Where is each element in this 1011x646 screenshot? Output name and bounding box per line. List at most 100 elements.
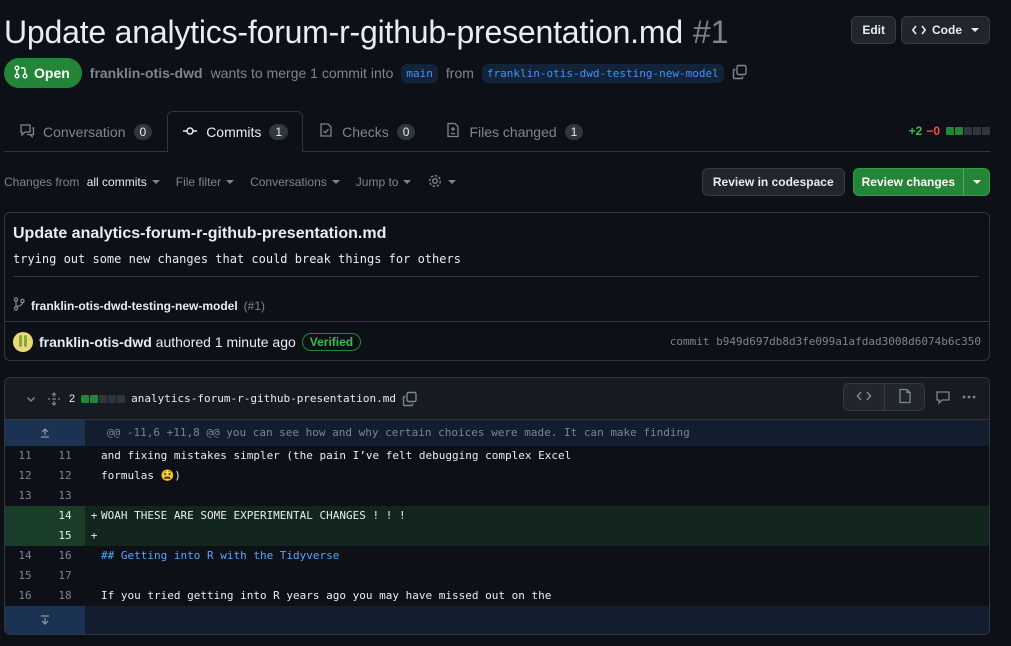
diff-lines: 11 11 and fixing mistakes simpler (the pa… — [5, 446, 989, 606]
commit-title: Update analytics-forum-r-github-presenta… — [13, 225, 387, 242]
expand-all-icon[interactable] — [47, 391, 61, 406]
old-line-number[interactable] — [5, 506, 45, 526]
chevron-down-icon — [331, 180, 340, 184]
commit-author-link[interactable]: franklin-otis-dwd — [39, 334, 152, 350]
review-changes-button[interactable]: Review changes — [852, 168, 990, 196]
tab-files-changed[interactable]: Files changed 1 — [430, 111, 598, 151]
file-filter-label: File filter — [175, 175, 222, 189]
pr-number: #1 — [692, 13, 729, 50]
new-line-number[interactable]: 12 — [45, 466, 85, 486]
new-line-number[interactable]: 16 — [45, 546, 85, 566]
review-changes-label: Review changes — [861, 175, 955, 189]
code-button-label: Code — [932, 23, 962, 37]
line-content: + WOAH THESE ARE SOME EXPERIMENTAL CHANGE… — [85, 506, 989, 526]
avatar[interactable] — [13, 331, 33, 352]
new-line-number[interactable]: 15 — [45, 526, 85, 546]
commit-pr-ref[interactable]: (#1) — [244, 299, 265, 313]
pr-author-link[interactable]: franklin-otis-dwd — [90, 65, 203, 81]
change-count: 2 — [69, 392, 76, 405]
new-line-number[interactable]: 14 — [45, 506, 85, 526]
diff-line-context[interactable]: 13 13 — [5, 486, 989, 506]
comment-icon[interactable] — [935, 389, 951, 405]
copy-icon[interactable] — [732, 64, 748, 83]
edit-button-label: Edit — [862, 23, 885, 37]
old-line-number[interactable]: 15 — [5, 566, 45, 586]
line-text: If you tried getting into R years ago yo… — [101, 589, 552, 602]
review-in-codespace-button[interactable]: Review in codespace — [701, 168, 845, 196]
divider — [13, 276, 979, 277]
old-line-number[interactable]: 12 — [5, 466, 45, 486]
old-line-number[interactable] — [5, 526, 45, 546]
status-label: Open — [34, 65, 70, 81]
commit-description: trying out some new changes that could b… — [13, 252, 461, 266]
tab-conversation[interactable]: Conversation 0 — [4, 111, 167, 151]
diffstat: +2 −0 — [909, 124, 990, 138]
verified-badge[interactable]: Verified — [301, 332, 362, 351]
tab-count: 0 — [396, 123, 416, 140]
file-diff-icon — [445, 122, 461, 141]
tab-count: 0 — [133, 123, 153, 140]
expand-up-icon[interactable] — [5, 420, 85, 446]
review-actions: Review in codespace Review changes — [701, 168, 990, 196]
file-diff: 2 analytics-forum-r-github-presentation.… — [4, 377, 990, 635]
file-filter-dropdown[interactable]: File filter — [175, 175, 235, 189]
diffstat-block-added — [946, 127, 954, 135]
commit-branch-link[interactable]: franklin-otis-dwd-testing-new-model — [31, 299, 238, 313]
expand-down-row — [5, 606, 989, 634]
edit-button[interactable]: Edit — [851, 16, 896, 44]
diff-line-context[interactable]: 11 11 and fixing mistakes simpler (the pa… — [5, 446, 989, 466]
file-icon — [898, 388, 912, 407]
status-badge: Open — [4, 58, 82, 88]
conversations-dropdown[interactable]: Conversations — [250, 175, 340, 189]
base-branch[interactable]: main — [401, 63, 438, 83]
commit-branch: franklin-otis-dwd-testing-new-model (#1) — [13, 297, 265, 314]
tab-commits[interactable]: Commits 1 — [167, 111, 304, 152]
code-button[interactable]: Code — [901, 16, 990, 44]
new-line-number[interactable]: 17 — [45, 566, 85, 586]
rich-view-button[interactable] — [884, 384, 924, 410]
merge-text: wants to merge 1 commit into — [210, 65, 394, 81]
diffstat-block-neutral — [117, 394, 126, 403]
header-actions: Edit Code — [851, 16, 990, 44]
chevron-down-icon — [403, 180, 412, 184]
old-line-number[interactable]: 11 — [5, 446, 45, 466]
jump-to-dropdown[interactable]: Jump to — [356, 175, 412, 189]
old-line-number[interactable]: 16 — [5, 586, 45, 606]
chevron-down-icon — [972, 180, 981, 184]
head-branch[interactable]: franklin-otis-dwd-testing-new-model — [481, 63, 724, 83]
file-name[interactable]: analytics-forum-r-github-presentation.md — [131, 392, 396, 405]
gear-icon — [427, 173, 443, 192]
commit-details: Update analytics-forum-r-github-presenta… — [4, 212, 990, 361]
diff-line-context[interactable]: 12 12 formulas 😫) — [5, 466, 989, 486]
chevron-down-icon[interactable] — [25, 393, 37, 405]
commit-icon — [182, 123, 198, 142]
new-line-number[interactable]: 18 — [45, 586, 85, 606]
authored-text: authored 1 minute ago — [155, 333, 296, 350]
file-diffstat-blocks — [81, 394, 126, 403]
new-line-number[interactable]: 13 — [45, 486, 85, 506]
new-line-number[interactable]: 11 — [45, 446, 85, 466]
line-content: formulas 😫) — [85, 466, 989, 486]
diff-settings-dropdown[interactable] — [427, 173, 457, 192]
file-header: 2 analytics-forum-r-github-presentation.… — [5, 378, 989, 420]
review-changes-dropdown[interactable] — [963, 169, 989, 195]
diff-line-context[interactable]: 14 16 ## Getting into R with the Tidyvers… — [5, 546, 989, 566]
diffstat-block-added — [81, 394, 90, 403]
diff-line-context[interactable]: 15 17 — [5, 566, 989, 586]
tab-count: 1 — [564, 123, 584, 140]
old-line-number[interactable]: 13 — [5, 486, 45, 506]
line-content: ## Getting into R with the Tidyverse — [85, 546, 989, 566]
diff-line-added[interactable]: 14 + WOAH THESE ARE SOME EXPERIMENTAL CHAN… — [5, 506, 989, 526]
diff-line-added[interactable]: 15 + — [5, 526, 989, 546]
old-line-number[interactable]: 14 — [5, 546, 45, 566]
copy-icon[interactable] — [402, 391, 418, 407]
changes-from-dropdown[interactable]: Changes from all commits — [4, 175, 160, 189]
code-view-button[interactable] — [844, 384, 884, 410]
kebab-menu-icon[interactable] — [961, 389, 977, 405]
diff-line-context[interactable]: 16 18 If you tried getting into R years a… — [5, 586, 989, 606]
pr-meta: Open franklin-otis-dwd wants to merge 1 … — [4, 58, 748, 88]
expand-down-icon[interactable] — [5, 606, 85, 634]
diff-sign: + — [90, 509, 98, 522]
diffstat-block-added — [90, 394, 99, 403]
tab-checks[interactable]: Checks 0 — [303, 111, 430, 151]
